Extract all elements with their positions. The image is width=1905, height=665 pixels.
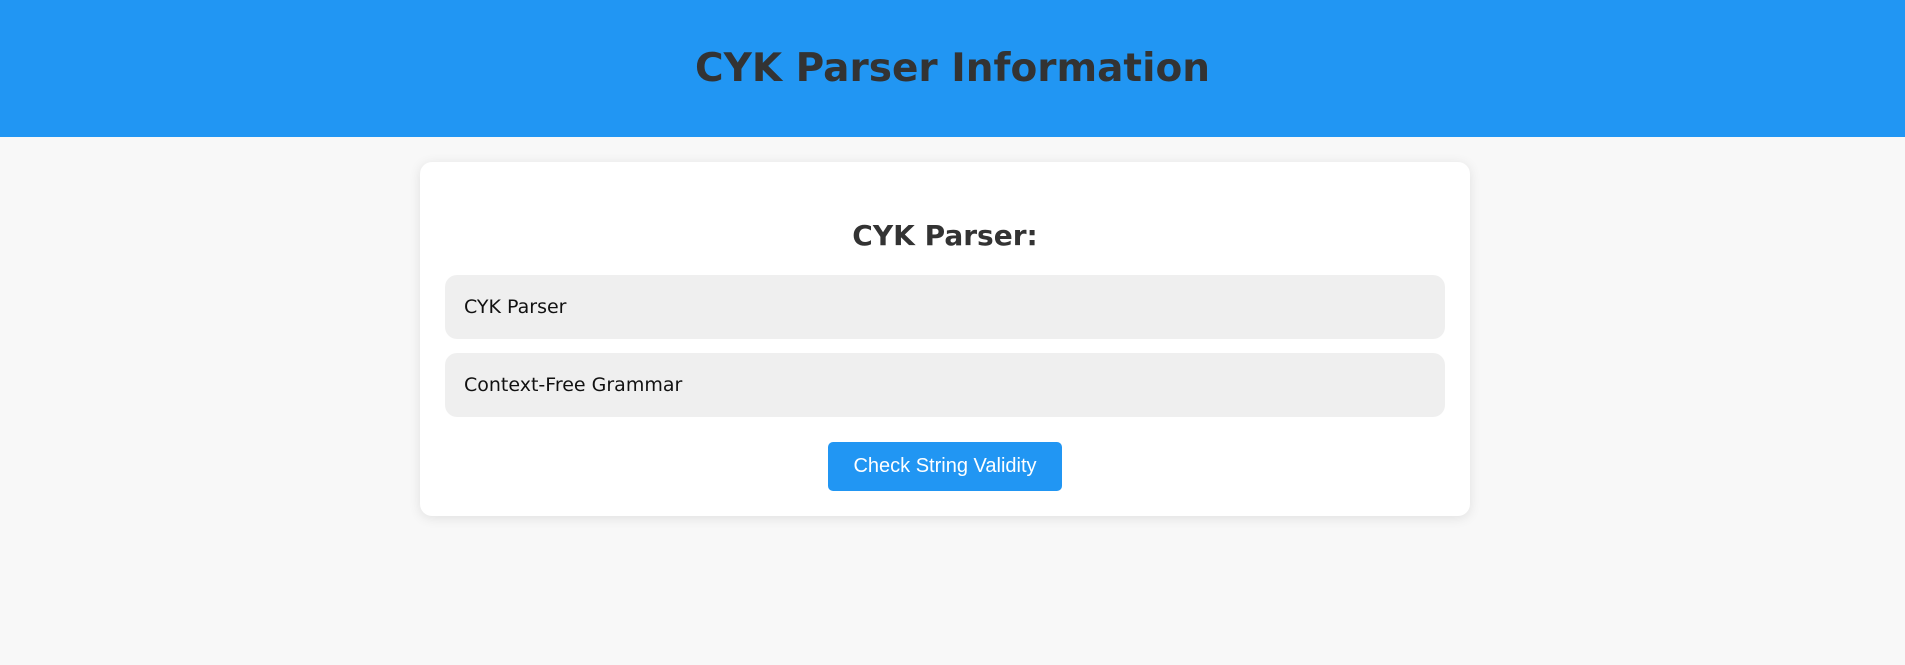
parser-card: CYK Parser: CYK Parser Context-Free Gram…	[420, 162, 1470, 516]
card-heading: CYK Parser:	[852, 219, 1038, 252]
list-item-label: Context-Free Grammar	[464, 374, 683, 396]
button-container: Check String Validity	[445, 442, 1445, 491]
check-string-validity-button[interactable]: Check String Validity	[828, 442, 1062, 491]
list-item: CYK Parser	[445, 275, 1445, 339]
list-item-label: CYK Parser	[464, 296, 567, 318]
page-header: CYK Parser Information	[0, 0, 1905, 137]
list-item: Context-Free Grammar	[445, 353, 1445, 417]
page-title: CYK Parser Information	[694, 46, 1211, 91]
